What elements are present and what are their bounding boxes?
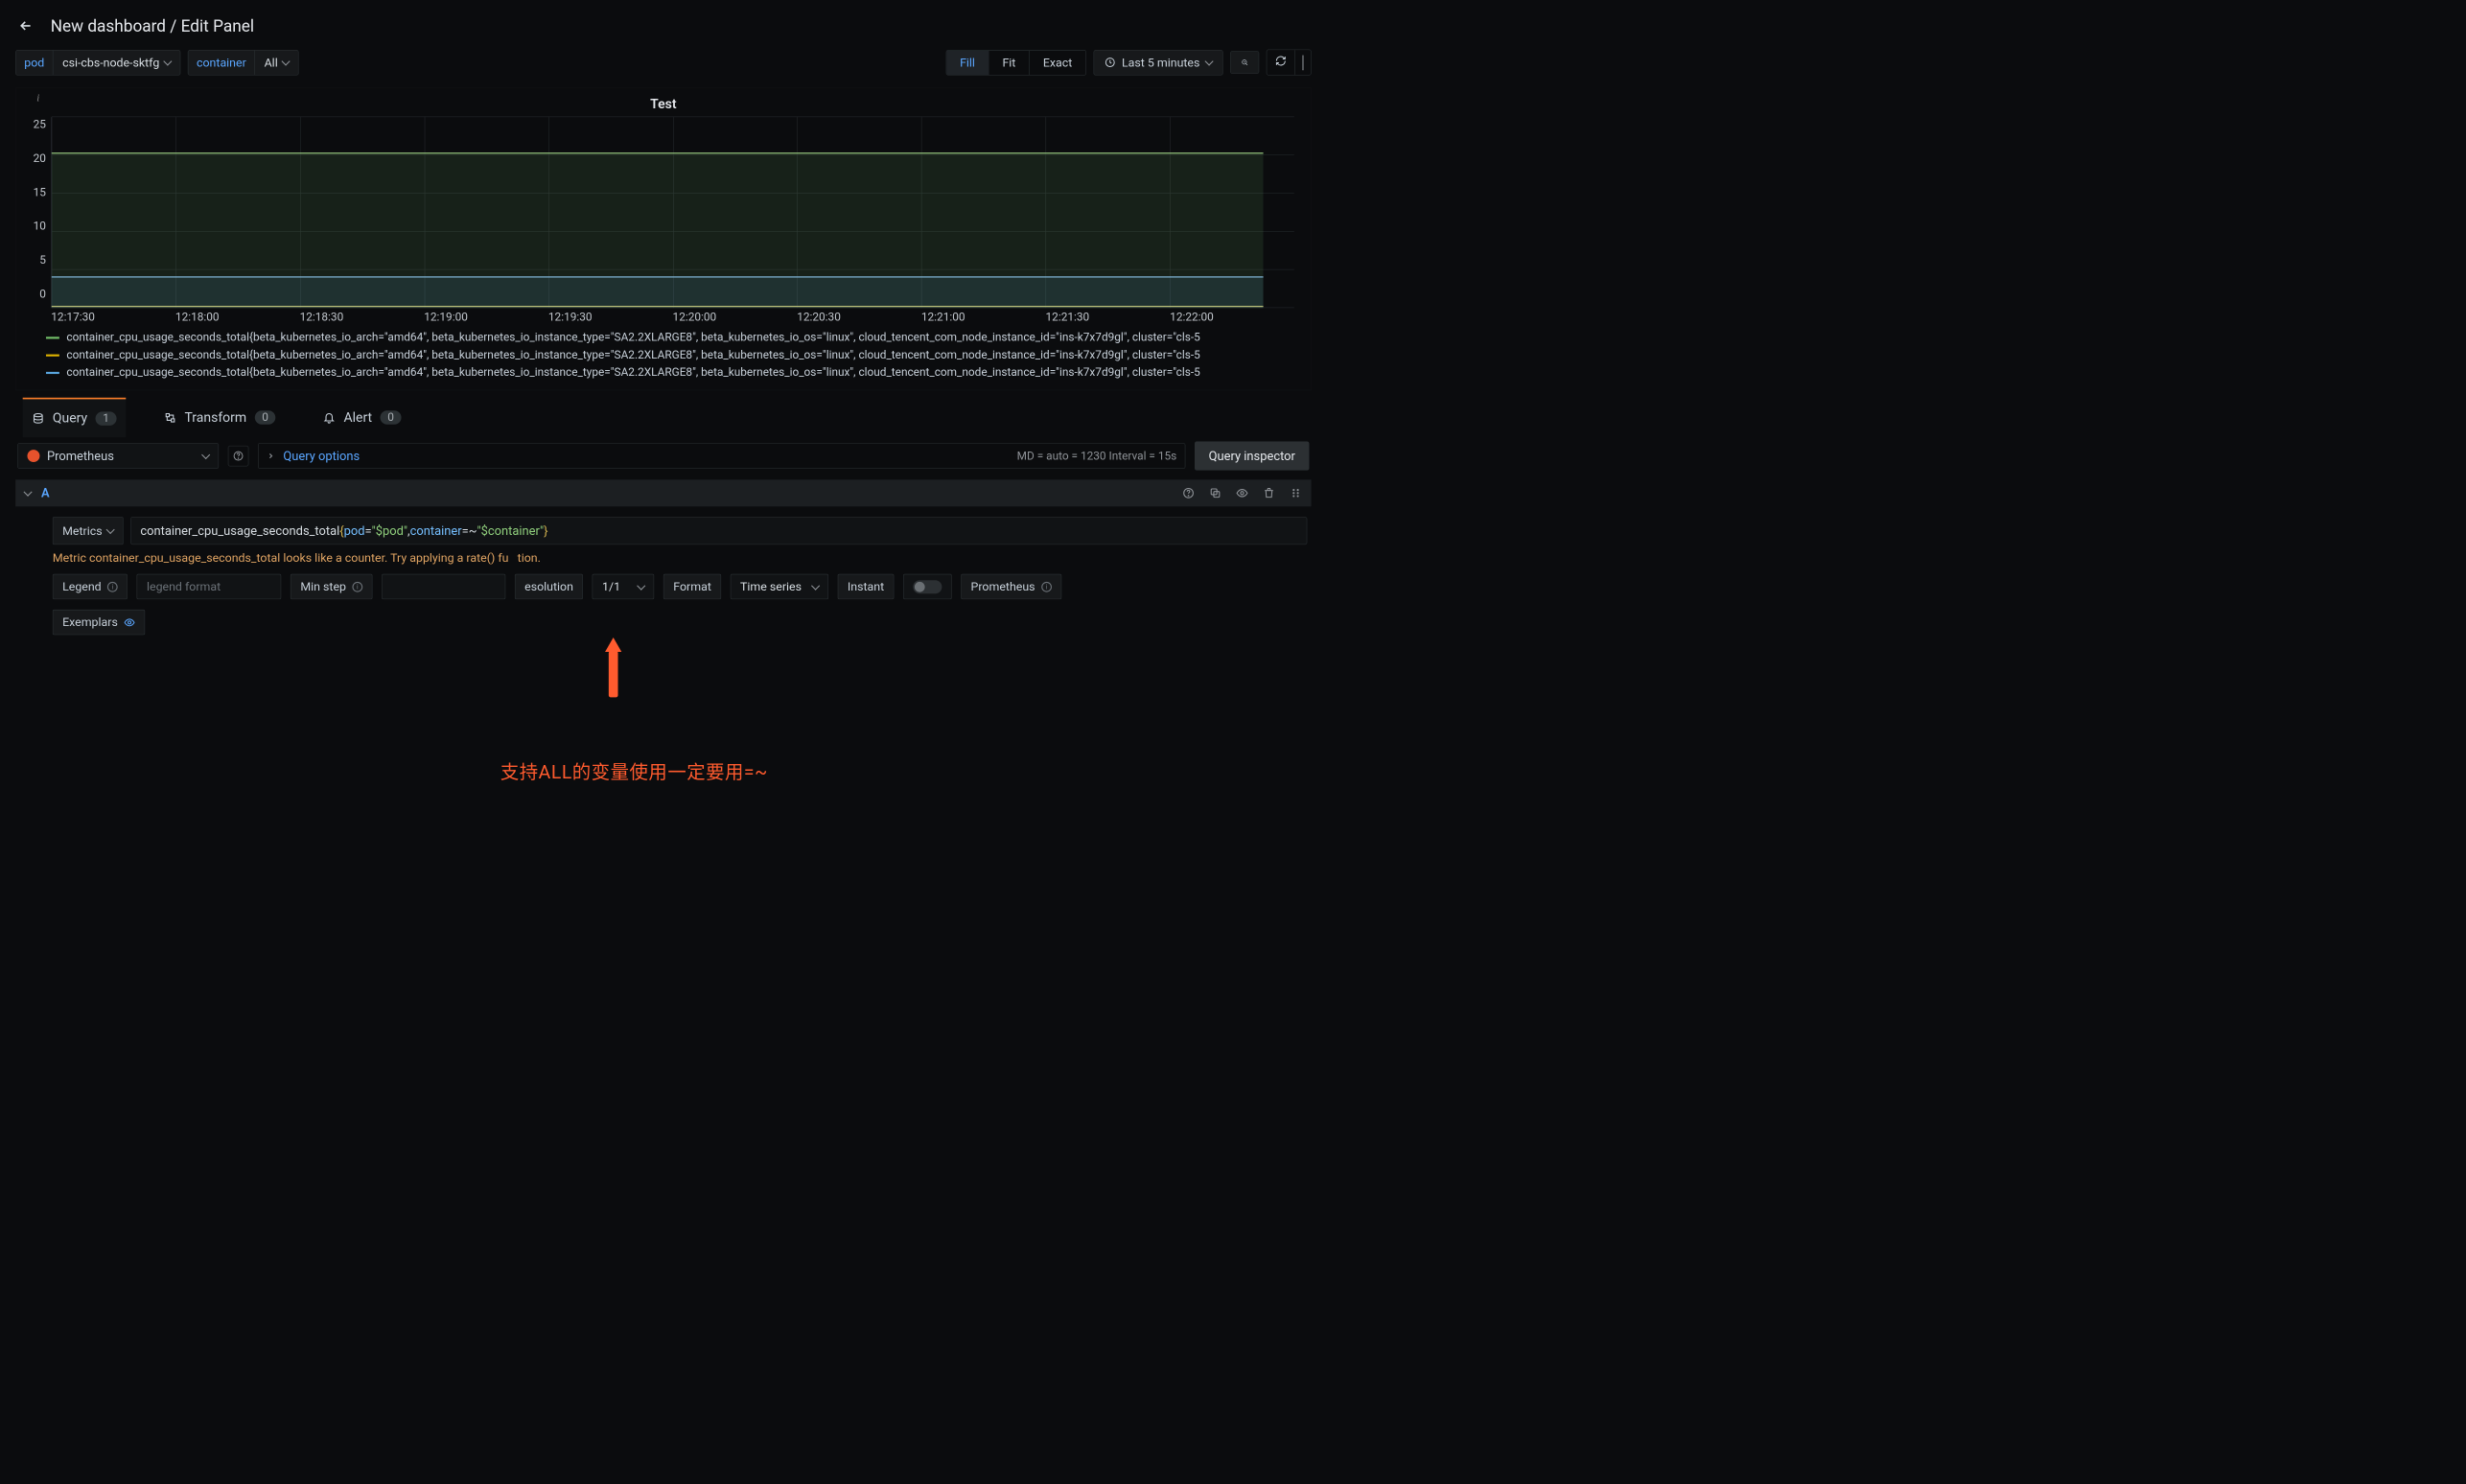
query-count-badge: 1	[96, 411, 117, 426]
series-line-2	[52, 276, 1264, 277]
minstep-input[interactable]	[382, 574, 505, 599]
time-range-text: Last 5 minutes	[1122, 56, 1199, 70]
tab-alert[interactable]: Alert 0	[314, 398, 410, 437]
chart-plot[interactable]: 25 20 15 10 5 0	[20, 117, 1307, 308]
format-select[interactable]: Time series	[731, 574, 828, 599]
metrics-label[interactable]: Metrics	[53, 517, 124, 545]
view-mode-segment[interactable]: Fill Fit Exact	[946, 50, 1086, 75]
chevron-down-icon	[282, 57, 291, 65]
legend-input[interactable]: legend format	[137, 574, 282, 599]
copy-icon[interactable]	[1209, 487, 1221, 499]
y-axis: 25 20 15 10 5 0	[20, 117, 51, 308]
series-area-2	[52, 277, 1264, 308]
promql-input[interactable]: container_cpu_usage_seconds_total{pod="$…	[130, 517, 1307, 545]
legend-swatch-icon	[46, 355, 59, 357]
page-title: New dashboard / Edit Panel	[51, 16, 254, 35]
trash-icon[interactable]	[1263, 487, 1275, 499]
chevron-down-icon	[163, 57, 172, 65]
var-container-label: container	[188, 50, 254, 74]
refresh-menu[interactable]	[1294, 50, 1311, 75]
chevron-down-icon	[811, 581, 820, 590]
drag-handle-icon[interactable]	[1290, 487, 1302, 499]
var-container-value[interactable]: All	[254, 50, 298, 74]
back-button[interactable]	[15, 15, 36, 36]
panel-title: Test	[20, 93, 1307, 117]
exemplars-label: Exemplars	[53, 610, 145, 635]
var-pod-label: pod	[16, 50, 53, 74]
resolution-select[interactable]: 1/1	[593, 574, 655, 599]
chevron-down-icon	[637, 581, 645, 590]
panel-container: i Test 25 20 15 10 5 0 12:17:3012:18:0	[15, 87, 1311, 390]
annotation-text: 支持ALL的变量使用一定要用=~	[500, 757, 768, 784]
resolution-label: esolution	[515, 574, 583, 599]
refresh-group[interactable]	[1267, 50, 1312, 76]
var-pod-value[interactable]: csi-cbs-node-sktfg	[53, 50, 180, 74]
annotation-arrow-icon	[609, 651, 618, 697]
tab-query[interactable]: Query 1	[23, 398, 126, 437]
minstep-label: Min stepi	[291, 574, 372, 599]
eye-icon[interactable]	[124, 616, 135, 628]
view-exact[interactable]: Exact	[1029, 50, 1085, 74]
query-a-header[interactable]: A	[15, 479, 1311, 506]
chevron-down-icon	[1302, 56, 1303, 71]
zoom-out-button[interactable]	[1230, 51, 1259, 74]
legend-item[interactable]: container_cpu_usage_seconds_total{beta_k…	[66, 364, 1199, 382]
info-icon[interactable]: i	[352, 582, 362, 592]
datasource-select[interactable]: Prometheus	[17, 443, 219, 469]
legend-label: Legendi	[53, 574, 128, 599]
instant-label: Instant	[838, 574, 895, 599]
panel-info-icon[interactable]: i	[36, 92, 39, 104]
prometheus-icon	[28, 450, 40, 462]
tab-transform[interactable]: Transform 0	[154, 398, 285, 437]
view-fill[interactable]: Fill	[946, 50, 989, 74]
x-axis: 12:17:3012:18:0012:18:3012:19:0012:19:30…	[20, 311, 1307, 323]
info-icon[interactable]: i	[1041, 582, 1052, 592]
datasource-help-button[interactable]	[228, 446, 249, 467]
var-container[interactable]: container All	[188, 50, 299, 75]
chevron-down-icon	[1205, 57, 1214, 65]
chevron-down-icon	[201, 451, 210, 459]
series-line-1	[52, 152, 1264, 153]
series-area-3	[52, 307, 1264, 308]
query-options-row[interactable]: Query options MD = auto = 1230 Interval …	[258, 443, 1185, 469]
series-line-3	[52, 306, 1264, 307]
help-icon[interactable]	[1182, 487, 1195, 499]
refresh-button[interactable]	[1267, 50, 1294, 75]
query-options-link[interactable]: Query options	[283, 449, 360, 463]
eye-icon[interactable]	[1236, 487, 1248, 499]
collapse-icon[interactable]	[23, 488, 32, 497]
legend-swatch-icon	[46, 372, 59, 374]
var-pod[interactable]: pod csi-cbs-node-sktfg	[15, 50, 180, 75]
time-range-picker[interactable]: Last 5 minutes	[1093, 50, 1222, 75]
legend-swatch-icon	[46, 336, 59, 338]
legend-item[interactable]: container_cpu_usage_seconds_total{beta_k…	[66, 347, 1199, 364]
query-letter: A	[41, 486, 50, 500]
info-icon[interactable]: i	[107, 582, 118, 592]
view-fit[interactable]: Fit	[989, 50, 1029, 74]
format-label: Format	[663, 574, 721, 599]
legend-item[interactable]: container_cpu_usage_seconds_total{beta_k…	[66, 329, 1199, 346]
query-hint[interactable]: Metric container_cpu_usage_seconds_total…	[15, 549, 1311, 571]
chart-legend[interactable]: container_cpu_usage_seconds_total{beta_k…	[20, 324, 1307, 384]
query-meta-text: MD = auto = 1230 Interval = 15s	[1017, 450, 1177, 462]
prometheus-label: Prometheusi	[961, 574, 1061, 599]
query-inspector-button[interactable]: Query inspector	[1195, 442, 1309, 471]
instant-toggle[interactable]	[903, 574, 952, 599]
chevron-down-icon	[106, 525, 115, 534]
